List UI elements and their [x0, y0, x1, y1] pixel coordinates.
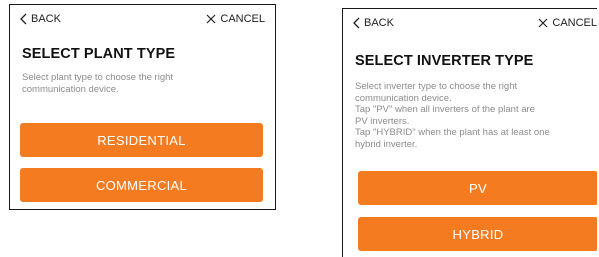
chevron-left-icon	[353, 17, 360, 29]
back-button[interactable]: BACK	[20, 13, 61, 25]
description-line: Tap "HYBRID" when the plant has at least…	[355, 127, 550, 138]
nav-bar: BACK CANCEL	[10, 5, 275, 35]
chevron-left-icon	[20, 13, 27, 25]
hybrid-button[interactable]: HYBRID	[358, 217, 597, 251]
residential-button[interactable]: RESIDENTIAL	[20, 123, 263, 157]
page-title: SELECT PLANT TYPE	[22, 46, 176, 62]
description-line: Select inverter type to choose the right	[355, 81, 518, 92]
cancel-button[interactable]: CANCEL	[538, 17, 597, 29]
close-icon	[206, 14, 216, 24]
close-icon	[538, 18, 548, 28]
inverter-type-screen: BACK CANCEL SELECT INVERTER TYPE Select …	[342, 8, 597, 257]
back-label: BACK	[364, 17, 394, 29]
plant-type-screen: BACK CANCEL SELECT PLANT TYPE Select pla…	[9, 4, 276, 210]
pv-button[interactable]: PV	[358, 171, 597, 205]
description-line: communication device.	[355, 92, 452, 104]
page-title: SELECT INVERTER TYPE	[355, 53, 534, 69]
cancel-label: CANCEL	[552, 17, 597, 29]
description-line: PV inverters.	[355, 115, 410, 127]
commercial-button[interactable]: COMMERCIAL	[20, 168, 263, 202]
description-text: Select plant type to choose the right co…	[22, 72, 222, 95]
description-line: communication device.	[22, 83, 119, 95]
description-text: Select inverter type to choose the right…	[355, 81, 587, 150]
cancel-label: CANCEL	[220, 13, 265, 25]
description-line: Tap "PV" when all inverters of the plant…	[355, 104, 535, 115]
back-button[interactable]: BACK	[353, 17, 394, 29]
nav-bar: BACK CANCEL	[343, 9, 597, 39]
description-line: hybrid inverter.	[355, 138, 418, 150]
cancel-button[interactable]: CANCEL	[206, 13, 265, 25]
description-line: Select plant type to choose the right	[22, 72, 174, 83]
back-label: BACK	[31, 13, 61, 25]
